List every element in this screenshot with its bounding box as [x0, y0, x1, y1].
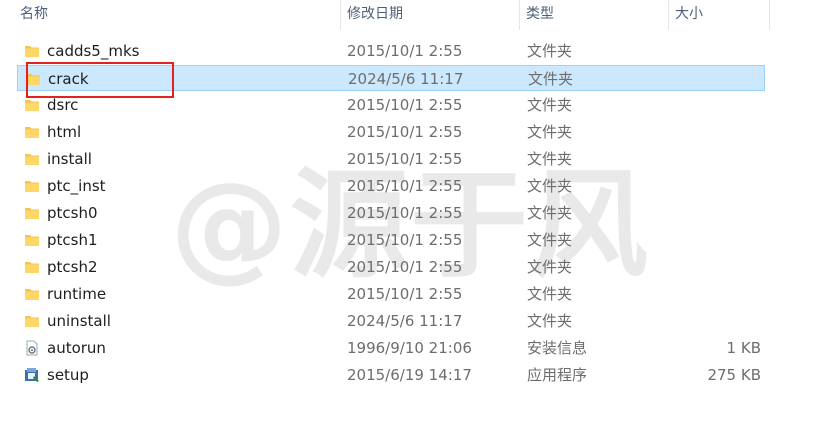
file-date: 2015/10/1 2:55 — [347, 150, 463, 168]
column-header-type[interactable]: 类型 — [520, 0, 668, 30]
file-name: cadds5_mks — [47, 42, 140, 60]
file-row-ptcsh1[interactable]: ptcsh1 2015/10/1 2:55 文件夹 — [17, 227, 765, 253]
folder-icon — [24, 259, 40, 275]
file-size: 1 KB — [726, 339, 761, 357]
sort-arrow-icon: ⌃ — [168, 0, 180, 10]
file-date: 2015/10/1 2:55 — [347, 42, 463, 60]
file-row-html[interactable]: html 2015/10/1 2:55 文件夹 — [17, 119, 765, 145]
folder-icon — [24, 232, 40, 248]
setup-app-icon — [24, 367, 40, 383]
file-name: ptcsh2 — [47, 258, 98, 276]
file-date: 2015/10/1 2:55 — [347, 177, 463, 195]
file-name: autorun — [47, 339, 106, 357]
file-name: ptc_inst — [47, 177, 106, 195]
column-header-size[interactable]: 大小 — [669, 0, 769, 30]
file-type: 文件夹 — [527, 285, 573, 303]
column-header-date[interactable]: 修改日期 — [341, 0, 519, 30]
file-row-uninstall[interactable]: uninstall 2024/5/6 11:17 文件夹 — [17, 308, 765, 334]
file-row-ptcsh0[interactable]: ptcsh0 2015/10/1 2:55 文件夹 — [17, 200, 765, 226]
file-date: 2015/10/1 2:55 — [347, 231, 463, 249]
file-type: 文件夹 — [528, 70, 574, 88]
file-type: 应用程序 — [527, 366, 588, 384]
file-type: 文件夹 — [527, 312, 573, 330]
file-row-setup[interactable]: setup 2015/6/19 14:17 应用程序 275 KB — [17, 362, 765, 388]
folder-icon — [24, 97, 40, 113]
file-type: 文件夹 — [527, 258, 573, 276]
column-header-size-label: 大小 — [675, 6, 703, 22]
file-type: 文件夹 — [527, 96, 573, 114]
file-row-install[interactable]: install 2015/10/1 2:55 文件夹 — [17, 146, 765, 172]
file-type: 文件夹 — [527, 42, 573, 60]
folder-icon — [24, 178, 40, 194]
file-name: runtime — [47, 285, 107, 303]
file-row-ptc_inst[interactable]: ptc_inst 2015/10/1 2:55 文件夹 — [17, 173, 765, 199]
highlight-annotation — [26, 62, 174, 98]
file-type: 文件夹 — [527, 204, 573, 222]
folder-icon — [24, 43, 40, 59]
column-header-name-label: 名称 — [20, 6, 48, 22]
file-type: 文件夹 — [527, 231, 573, 249]
folder-icon — [24, 124, 40, 140]
folder-icon — [24, 313, 40, 329]
settings-file-icon — [24, 340, 40, 356]
file-type: 文件夹 — [527, 123, 573, 141]
folder-icon — [24, 286, 40, 302]
column-header-bar: 名称 修改日期 类型 大小 ⌃ — [0, 0, 824, 30]
file-row-runtime[interactable]: runtime 2015/10/1 2:55 文件夹 — [17, 281, 765, 307]
file-date: 2015/10/1 2:55 — [347, 204, 463, 222]
file-date: 2015/6/19 14:17 — [347, 366, 472, 384]
file-type: 文件夹 — [527, 150, 573, 168]
file-row-ptcsh2[interactable]: ptcsh2 2015/10/1 2:55 文件夹 — [17, 254, 765, 280]
file-name: html — [47, 123, 82, 141]
file-row-cadds5_mks[interactable]: cadds5_mks 2015/10/1 2:55 文件夹 — [17, 38, 765, 64]
column-divider[interactable] — [769, 0, 770, 30]
file-name: ptcsh0 — [47, 204, 98, 222]
file-name: ptcsh1 — [47, 231, 98, 249]
file-date: 2015/10/1 2:55 — [347, 258, 463, 276]
column-header-type-label: 类型 — [526, 6, 554, 22]
file-name: uninstall — [47, 312, 111, 330]
column-header-date-label: 修改日期 — [347, 6, 403, 22]
file-name: install — [47, 150, 92, 168]
file-size: 275 KB — [707, 366, 761, 384]
file-name: setup — [47, 366, 89, 384]
folder-icon — [24, 151, 40, 167]
file-type: 文件夹 — [527, 177, 573, 195]
file-date: 2015/10/1 2:55 — [347, 96, 463, 114]
file-row-autorun[interactable]: autorun 1996/9/10 21:06 安装信息 1 KB — [17, 335, 765, 361]
file-type: 安装信息 — [527, 339, 588, 357]
folder-icon — [24, 205, 40, 221]
file-date: 2015/10/1 2:55 — [347, 285, 463, 303]
file-date: 2024/5/6 11:17 — [348, 70, 464, 88]
file-date: 2015/10/1 2:55 — [347, 123, 463, 141]
file-date: 1996/9/10 21:06 — [347, 339, 472, 357]
file-date: 2024/5/6 11:17 — [347, 312, 463, 330]
